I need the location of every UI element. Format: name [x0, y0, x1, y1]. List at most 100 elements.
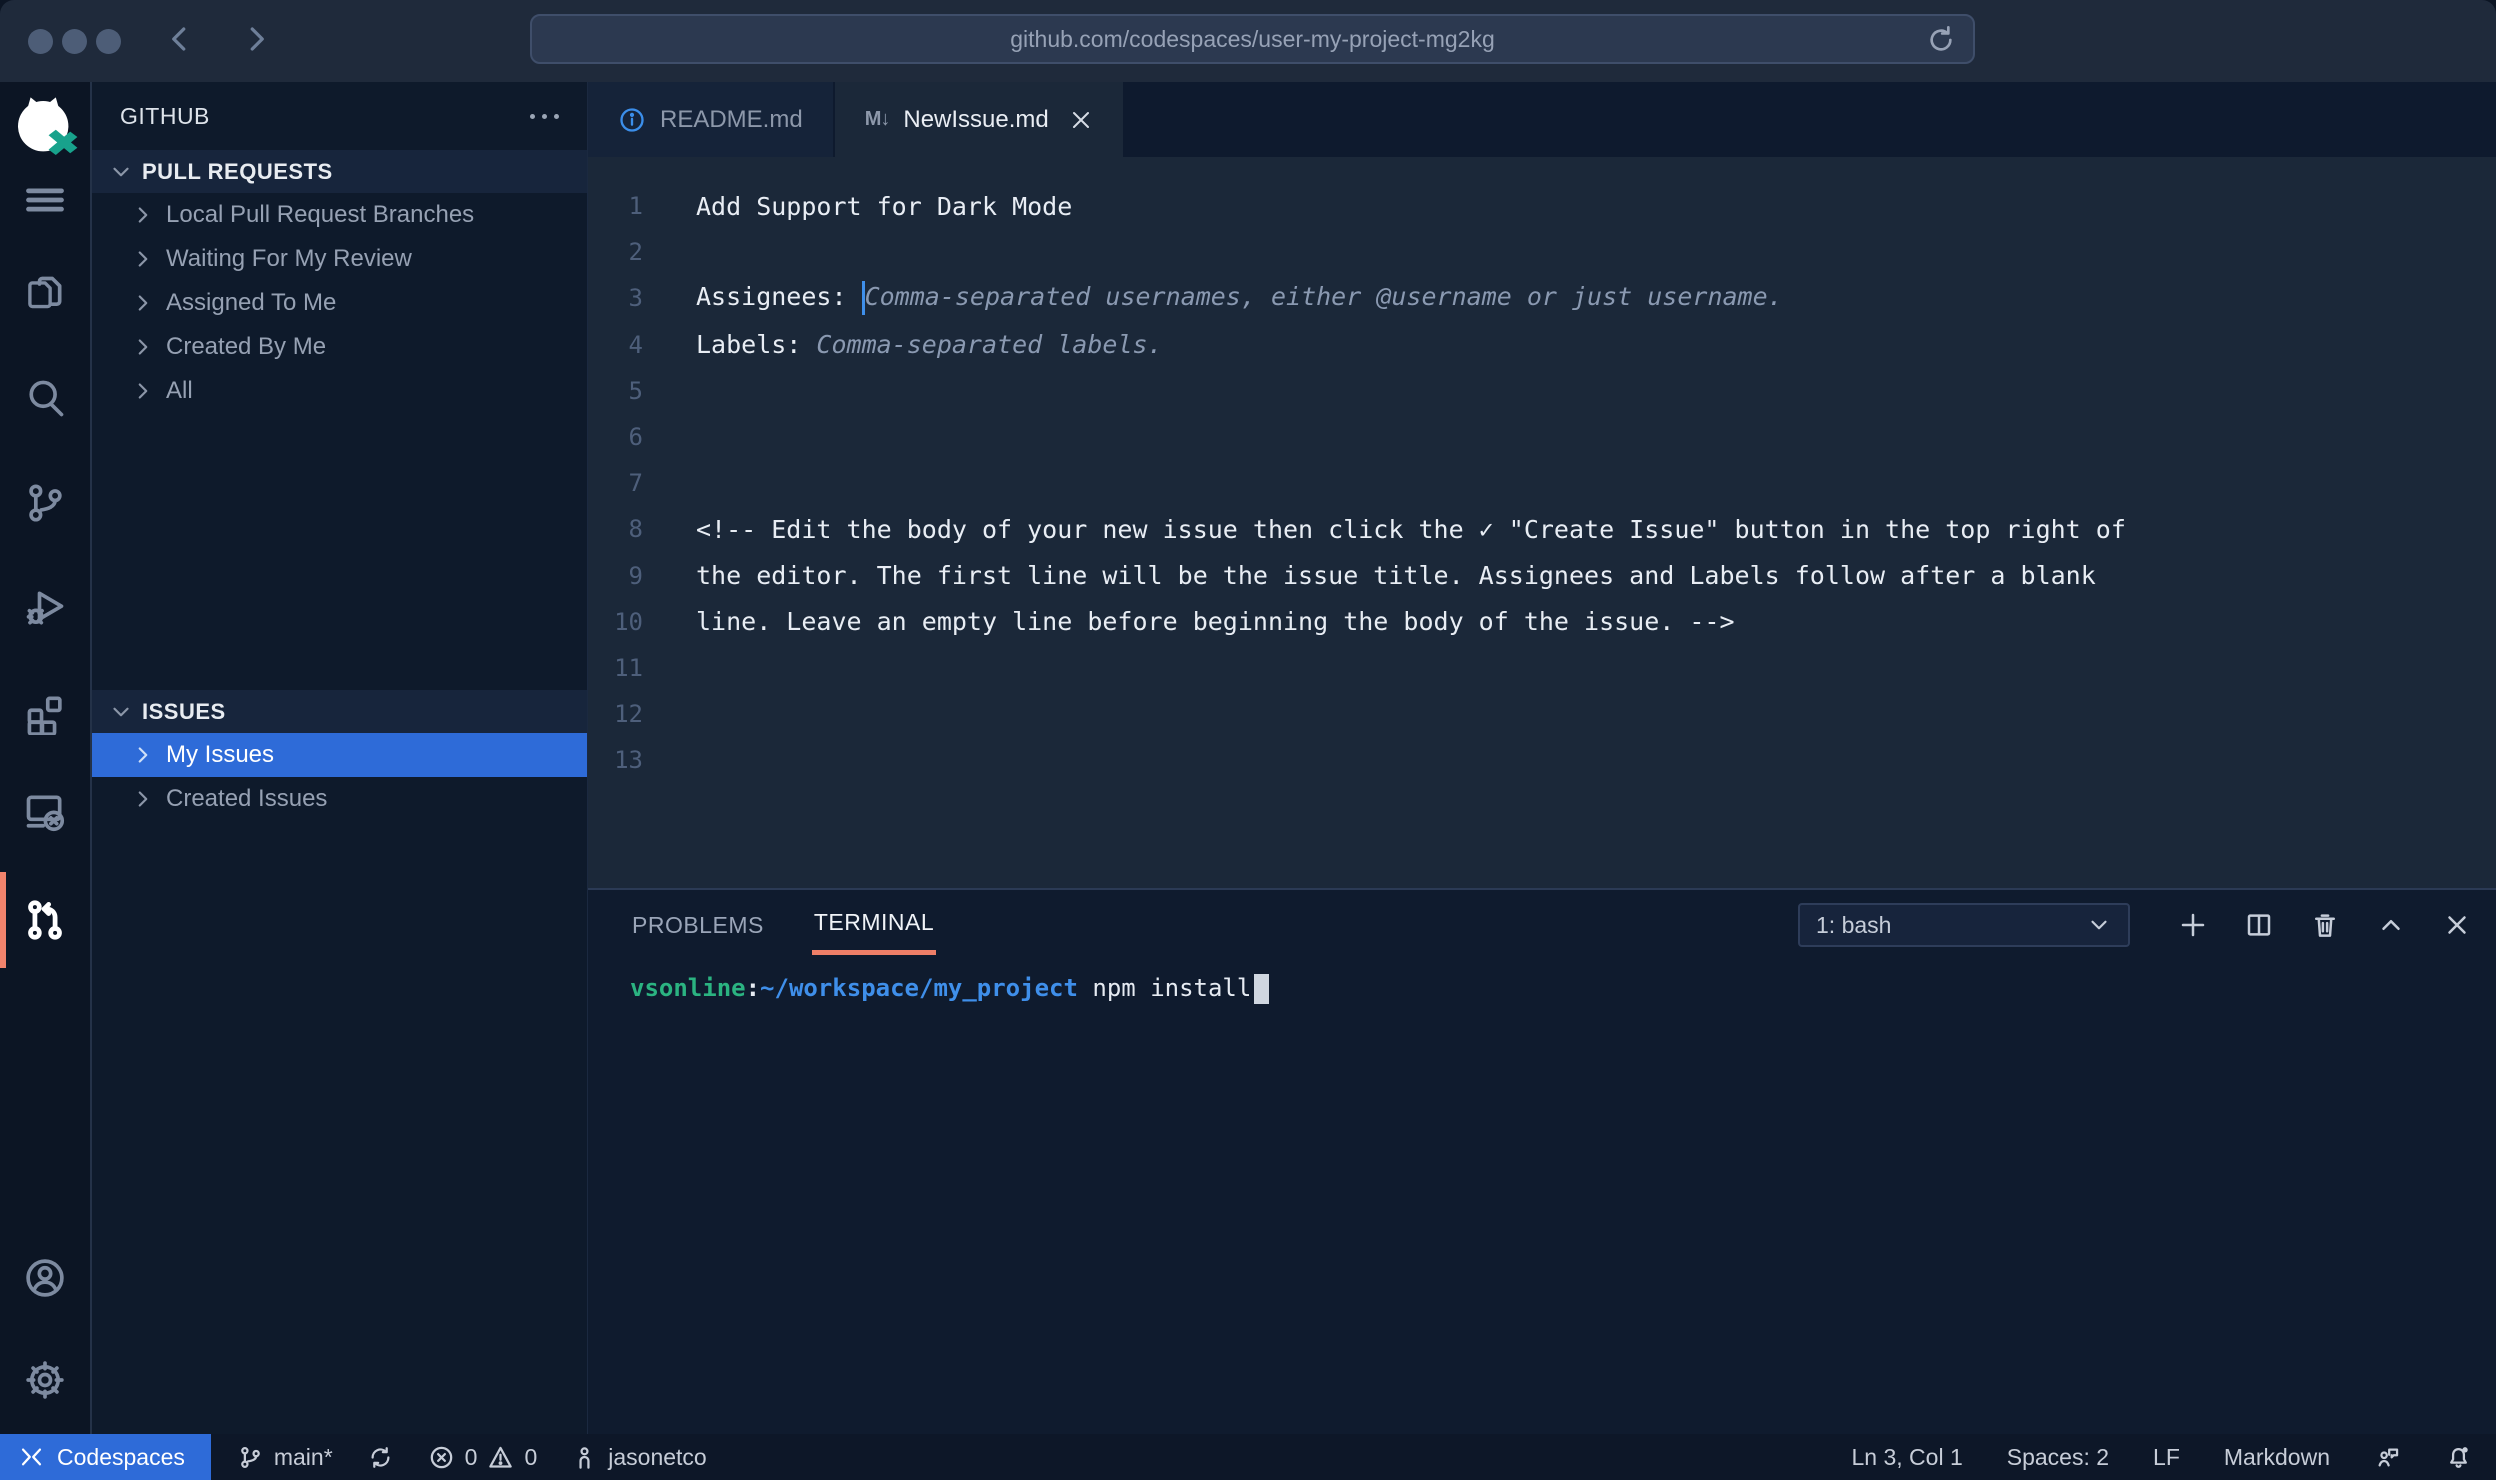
editor-line: 11 [588, 645, 2496, 691]
feedback-button[interactable] [2374, 1444, 2401, 1471]
section-pull-requests[interactable]: PULL REQUESTS [92, 150, 587, 193]
activity-bar [0, 82, 92, 1434]
search-button[interactable] [22, 376, 68, 420]
editor-line: 13 [588, 737, 2496, 783]
indentation-status[interactable]: Spaces: 2 [2007, 1444, 2109, 1471]
terminal-shell-select[interactable]: 1: bash [1798, 903, 2130, 947]
window-close-button[interactable] [28, 29, 53, 54]
status-bar: Codespaces main* 0 0 jasonetco [0, 1434, 2496, 1480]
source-control-button[interactable] [22, 481, 68, 525]
browser-back-button[interactable] [165, 22, 195, 61]
reload-icon [1925, 24, 1957, 56]
editor-line: 4 Labels: Comma-separated labels. [588, 322, 2496, 368]
chevron-down-icon [108, 699, 134, 725]
sidebar-item-created-by-me[interactable]: Created By Me [92, 325, 587, 369]
editor-line: 7 [588, 460, 2496, 506]
line-number: 5 [588, 377, 643, 405]
reload-button[interactable] [1925, 24, 1957, 56]
terminal-output[interactable]: vsonline:~/workspace/my_project npm inst… [588, 960, 2496, 1004]
editor-line: 10 line. Leave an empty line before begi… [588, 599, 2496, 645]
language-mode-status[interactable]: Markdown [2224, 1444, 2330, 1471]
editor-line: 1 Add Support for Dark Mode [588, 183, 2496, 229]
address-bar-url: github.com/codespaces/user-my-project-mg… [1010, 26, 1494, 53]
github-sidebar: GITHUB PULL REQUESTS Local Pull Request … [92, 82, 588, 1434]
person-icon [571, 1444, 598, 1471]
terminal-command: npm install [1092, 974, 1251, 1002]
editor-area[interactable]: 1 Add Support for Dark Mode 2 3 Assignee… [588, 157, 2496, 888]
sidebar-item-waiting-for-my-review[interactable]: Waiting For My Review [92, 237, 587, 281]
line-number: 1 [588, 192, 643, 220]
line-number: 13 [588, 746, 643, 774]
split-terminal-icon[interactable] [2244, 910, 2274, 940]
settings-button[interactable] [22, 1358, 68, 1402]
close-panel-icon[interactable] [2442, 910, 2472, 940]
explorer-icon [22, 273, 68, 317]
cursor-position-status[interactable]: Ln 3, Col 1 [1852, 1444, 1963, 1471]
sidebar-item-local-pull-request-branches[interactable]: Local Pull Request Branches [92, 193, 587, 237]
browser-forward-button[interactable] [241, 22, 271, 61]
editor-line: 5 [588, 368, 2496, 414]
terminal-path: ~/workspace/my_project [760, 974, 1078, 1002]
active-view-indicator [0, 872, 6, 968]
feedback-icon [2374, 1444, 2401, 1471]
github-pull-requests-button[interactable] [22, 898, 68, 942]
line-number: 10 [588, 608, 643, 636]
extensions-button[interactable] [22, 691, 68, 735]
branch-status[interactable]: main* [237, 1444, 333, 1471]
remote-explorer-button[interactable] [22, 790, 68, 834]
chevron-right-icon [241, 22, 271, 56]
sidebar-item-created-issues[interactable]: Created Issues [92, 777, 587, 821]
chevron-right-icon [130, 786, 156, 812]
tab-readme[interactable]: README.md [588, 82, 835, 157]
maximize-panel-icon[interactable] [2376, 910, 2406, 940]
line-number: 11 [588, 654, 643, 682]
bell-notification-icon [2445, 1444, 2472, 1471]
section-issues[interactable]: ISSUES [92, 690, 587, 733]
account-button[interactable] [22, 1256, 68, 1300]
tab-terminal[interactable]: TERMINAL [812, 895, 936, 955]
notifications-button[interactable] [2445, 1444, 2472, 1471]
sync-button[interactable] [367, 1444, 394, 1471]
warnings-icon [487, 1444, 514, 1471]
line-number: 6 [588, 423, 643, 451]
new-terminal-plus-icon[interactable] [2178, 910, 2208, 940]
bottom-panel: PROBLEMS TERMINAL 1: bash [588, 888, 2496, 1434]
line-number: 2 [588, 238, 643, 266]
terminal-user: vsonline [630, 974, 746, 1002]
extensions-icon [22, 691, 68, 735]
address-bar[interactable]: github.com/codespaces/user-my-project-mg… [530, 14, 1975, 64]
remote-explorer-icon [22, 790, 68, 834]
run-debug-button[interactable] [22, 586, 68, 630]
tab-new-issue[interactable]: M↓ NewIssue.md [835, 82, 1123, 157]
source-control-icon [22, 481, 68, 525]
errors-icon [428, 1444, 455, 1471]
chevron-down-icon [2086, 912, 2112, 938]
sidebar-item-all[interactable]: All [92, 369, 587, 413]
menu-button[interactable] [22, 178, 68, 222]
eol-status[interactable]: LF [2153, 1444, 2180, 1471]
editor-tabstrip: README.md M↓ NewIssue.md [588, 82, 2496, 157]
chevron-right-icon [130, 202, 156, 228]
close-tab-button[interactable] [1069, 108, 1093, 132]
user-status[interactable]: jasonetco [571, 1444, 706, 1471]
window-zoom-button[interactable] [96, 29, 121, 54]
window-minimize-button[interactable] [62, 29, 87, 54]
explorer-button[interactable] [22, 273, 68, 317]
chevron-right-icon [130, 378, 156, 404]
tab-problems[interactable]: PROBLEMS [630, 898, 766, 953]
sidebar-item-assigned-to-me[interactable]: Assigned To Me [92, 281, 587, 325]
more-actions-icon[interactable] [530, 114, 559, 119]
browser-chrome: github.com/codespaces/user-my-project-mg… [0, 0, 2496, 82]
line-number: 7 [588, 469, 643, 497]
chevron-down-icon [108, 159, 134, 185]
editor-line: 8 <!-- Edit the body of your new issue t… [588, 506, 2496, 552]
kill-terminal-trash-icon[interactable] [2310, 910, 2340, 940]
line-number: 4 [588, 331, 643, 359]
terminal-cursor [1254, 974, 1269, 1004]
sidebar-item-my-issues[interactable]: My Issues [92, 733, 587, 777]
window-controls [28, 29, 121, 54]
remote-codespaces-button[interactable]: Codespaces [0, 1434, 211, 1480]
markdown-icon: M↓ [865, 108, 890, 131]
chevron-right-icon [130, 334, 156, 360]
problems-status[interactable]: 0 0 [428, 1444, 538, 1471]
